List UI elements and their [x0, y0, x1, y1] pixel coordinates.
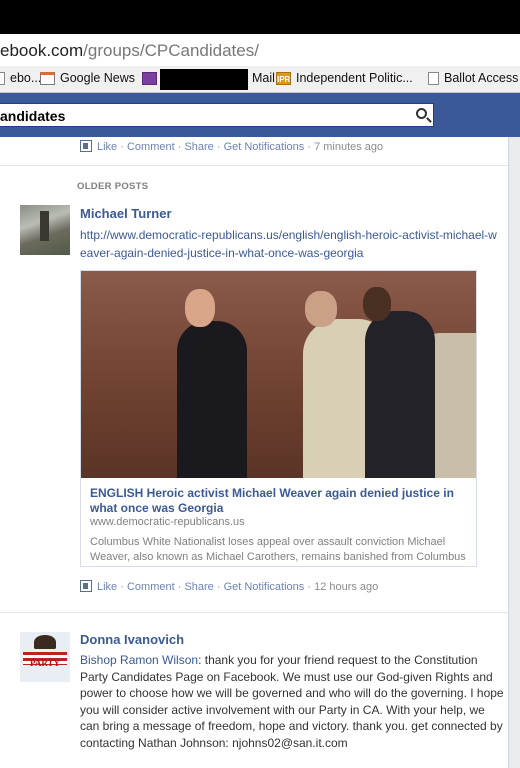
- post-author[interactable]: Michael Turner: [80, 206, 172, 221]
- page-gutter: [509, 137, 520, 768]
- avatar[interactable]: PARTY: [20, 632, 70, 682]
- preview-description: Columbus White Nationalist loses appeal …: [90, 536, 466, 563]
- divider: [0, 165, 508, 166]
- like-link[interactable]: Like: [97, 141, 117, 153]
- post-actions-top: Like · Comment · Share · Get Notificatio…: [80, 140, 383, 153]
- divider: [0, 612, 508, 613]
- comment-link[interactable]: Comment: [127, 141, 175, 153]
- page-icon: [428, 71, 439, 85]
- get-notifications-link[interactable]: Get Notifications: [224, 581, 305, 593]
- page-icon: [0, 71, 5, 85]
- post-message: Bishop Ramon Wilson: thank you for your …: [80, 653, 504, 750]
- share-link[interactable]: Share: [184, 581, 213, 593]
- older-posts-label: OLDER POSTS: [77, 181, 149, 192]
- comment-link[interactable]: Comment: [127, 581, 175, 593]
- bookmark-google-news[interactable]: Google News: [40, 71, 135, 85]
- link-preview-card[interactable]: ENGLISH Heroic activist Michael Weaver a…: [80, 270, 477, 567]
- bookmarks-bar: ebo... Google News Mail IPR Independent …: [0, 66, 520, 93]
- mention-link[interactable]: Bishop Ramon Wilson: [80, 653, 198, 667]
- preview-image[interactable]: [81, 271, 476, 478]
- avatar[interactable]: [20, 205, 70, 255]
- bookmark-item[interactable]: ebo...: [0, 71, 41, 85]
- share-source-icon: [80, 140, 92, 152]
- get-notifications-link[interactable]: Get Notifications: [224, 141, 305, 153]
- redaction-box: [160, 69, 248, 90]
- preview-domain: www.democratic-republicans.us: [90, 516, 245, 528]
- post-timestamp[interactable]: 7 minutes ago: [314, 141, 383, 153]
- ipr-icon: IPR: [276, 71, 291, 85]
- post-actions: Like · Comment · Share · Get Notificatio…: [80, 580, 378, 593]
- bookmark-ballot-access[interactable]: Ballot Access: [428, 71, 518, 85]
- address-url[interactable]: ebook.com/groups/CPCandidates/: [0, 41, 259, 61]
- address-bar[interactable]: ebook.com/groups/CPCandidates/: [0, 34, 520, 67]
- post-link[interactable]: http://www.democratic-republicans.us/eng…: [80, 226, 500, 262]
- avatar-label: PARTY: [29, 658, 60, 668]
- browser-title-bar: [0, 0, 520, 34]
- like-link[interactable]: Like: [97, 581, 117, 593]
- share-source-icon: [80, 580, 92, 592]
- mail-icon: [142, 71, 157, 85]
- search-icon[interactable]: [416, 108, 427, 119]
- bookmark-independent-politics[interactable]: IPR Independent Politic...: [276, 71, 413, 85]
- eagle-icon: [34, 635, 56, 649]
- search-input[interactable]: andidates: [0, 103, 434, 127]
- preview-title[interactable]: ENGLISH Heroic activist Michael Weaver a…: [90, 486, 470, 516]
- share-link[interactable]: Share: [184, 141, 213, 153]
- news-icon: [40, 71, 55, 85]
- post-timestamp[interactable]: 12 hours ago: [314, 581, 378, 593]
- post-author[interactable]: Donna Ivanovich: [80, 632, 184, 647]
